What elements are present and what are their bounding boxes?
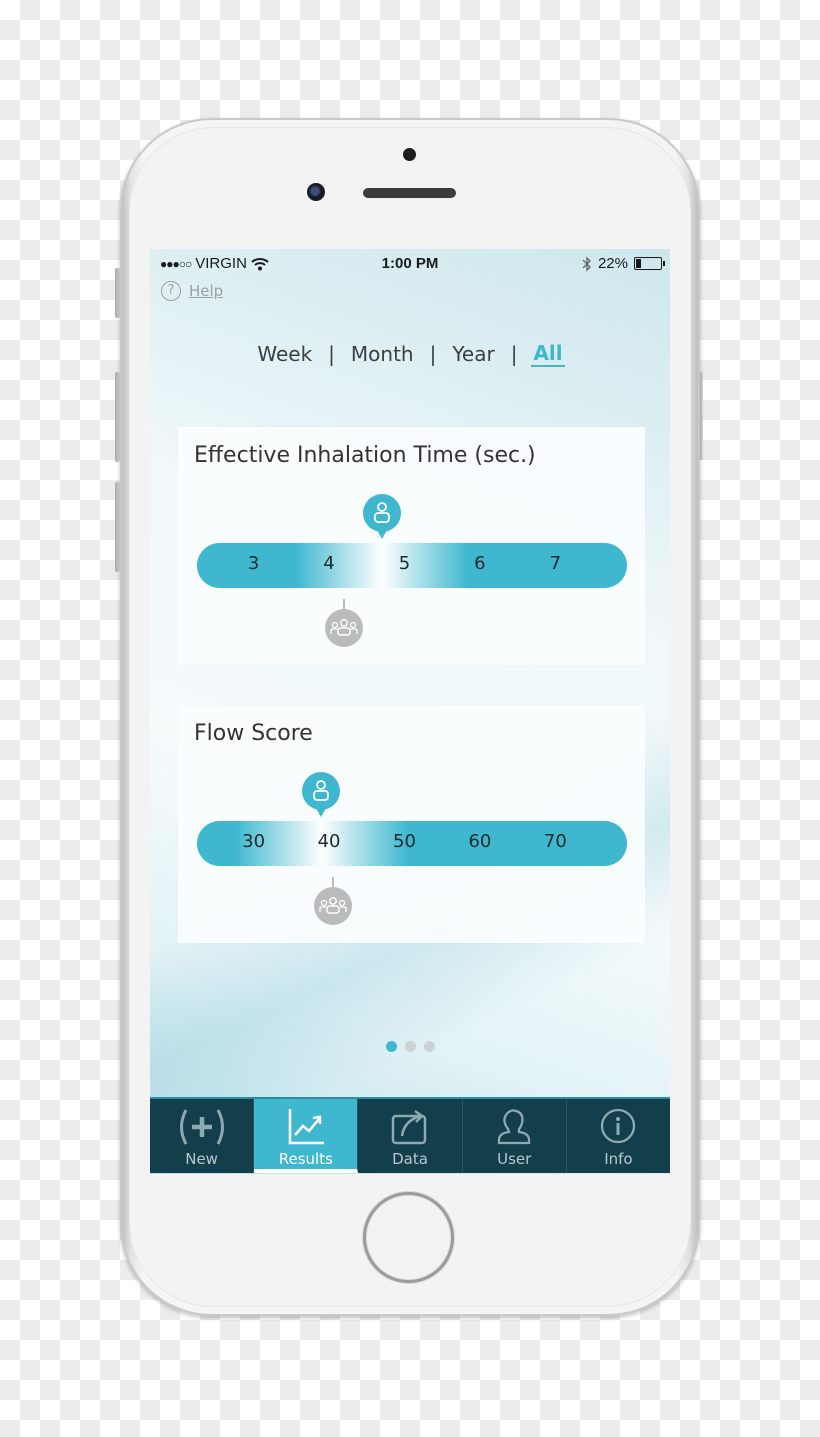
tab-separator: |: [328, 342, 335, 366]
info-icon: [601, 1108, 636, 1144]
scale-tick-label: 4: [323, 553, 335, 574]
home-button[interactable]: [363, 1192, 454, 1283]
scale-tick-label: 5: [398, 553, 411, 574]
battery-percent: 22%: [597, 255, 628, 272]
add-icon: [179, 1109, 224, 1145]
tab-new[interactable]: New: [150, 1099, 255, 1173]
user-marker-pin: [362, 494, 401, 539]
scale-tick-label: 3: [247, 553, 260, 574]
scale-tick-label: 50: [393, 831, 416, 852]
tab-all[interactable]: All: [531, 341, 565, 367]
front-camera: [307, 183, 325, 201]
bottom-tab-bar: New Results Data User Info: [150, 1097, 670, 1173]
tab-month[interactable]: Month: [349, 342, 416, 366]
card-title: Effective Inhalation Time (sec.): [194, 443, 536, 468]
tab-separator: |: [510, 342, 518, 366]
inhalation-time-card: Effective Inhalation Time (sec.) 3 4 5 6 7: [178, 427, 645, 665]
battery-level: [636, 259, 642, 268]
tab-label: Data: [392, 1150, 428, 1168]
page-dot-2[interactable]: [404, 1041, 416, 1052]
help-label[interactable]: Help: [189, 282, 223, 300]
user-marker-pin: [302, 772, 341, 817]
group-average-marker: [313, 877, 352, 925]
tab-info[interactable]: Info: [567, 1099, 670, 1173]
tab-data[interactable]: Data: [358, 1099, 463, 1173]
scale-tick-label: 30: [242, 831, 266, 852]
scale-tick-label: 60: [468, 831, 492, 852]
tab-label: Info: [604, 1150, 633, 1168]
status-bar: ●●●○○ VIRGIN 1:00 PM 22%: [150, 249, 670, 279]
scale-tick-label: 7: [549, 553, 562, 574]
tab-label: User: [497, 1150, 532, 1168]
tab-week[interactable]: Week: [255, 342, 314, 366]
scale-tick-label: 6: [474, 553, 486, 574]
tab-year[interactable]: Year: [450, 342, 496, 366]
chart-icon: [288, 1109, 324, 1145]
tab-user[interactable]: User: [463, 1099, 567, 1173]
proximity-sensor: [403, 148, 416, 161]
flow-score-card: Flow Score 30 40 50 60 70: [178, 705, 645, 943]
bluetooth-icon: [582, 255, 591, 272]
scale-tick-label: 40: [317, 831, 341, 852]
tab-separator: |: [429, 342, 437, 366]
battery-icon: [634, 257, 665, 270]
user-icon: [498, 1109, 531, 1145]
page-indicator[interactable]: [150, 1041, 670, 1052]
help-icon: ?: [161, 281, 181, 301]
tab-label: Results: [278, 1150, 333, 1168]
scale-tick-label: 70: [543, 831, 567, 852]
app-screen: ●●●○○ VIRGIN 1:00 PM 22% ? Help Week | M…: [150, 249, 670, 1174]
page-dot-1[interactable]: [385, 1041, 397, 1052]
help-link[interactable]: ? Help: [161, 281, 223, 301]
tab-label: New: [185, 1150, 218, 1168]
tab-results[interactable]: Results: [254, 1099, 359, 1173]
earpiece-speaker: [363, 188, 456, 198]
time-range-tabs: Week | Month | Year | All: [150, 341, 670, 367]
page-dot-3[interactable]: [423, 1041, 435, 1052]
card-title: Flow Score: [194, 721, 313, 746]
group-average-marker: [325, 599, 364, 647]
share-icon: [391, 1109, 427, 1145]
